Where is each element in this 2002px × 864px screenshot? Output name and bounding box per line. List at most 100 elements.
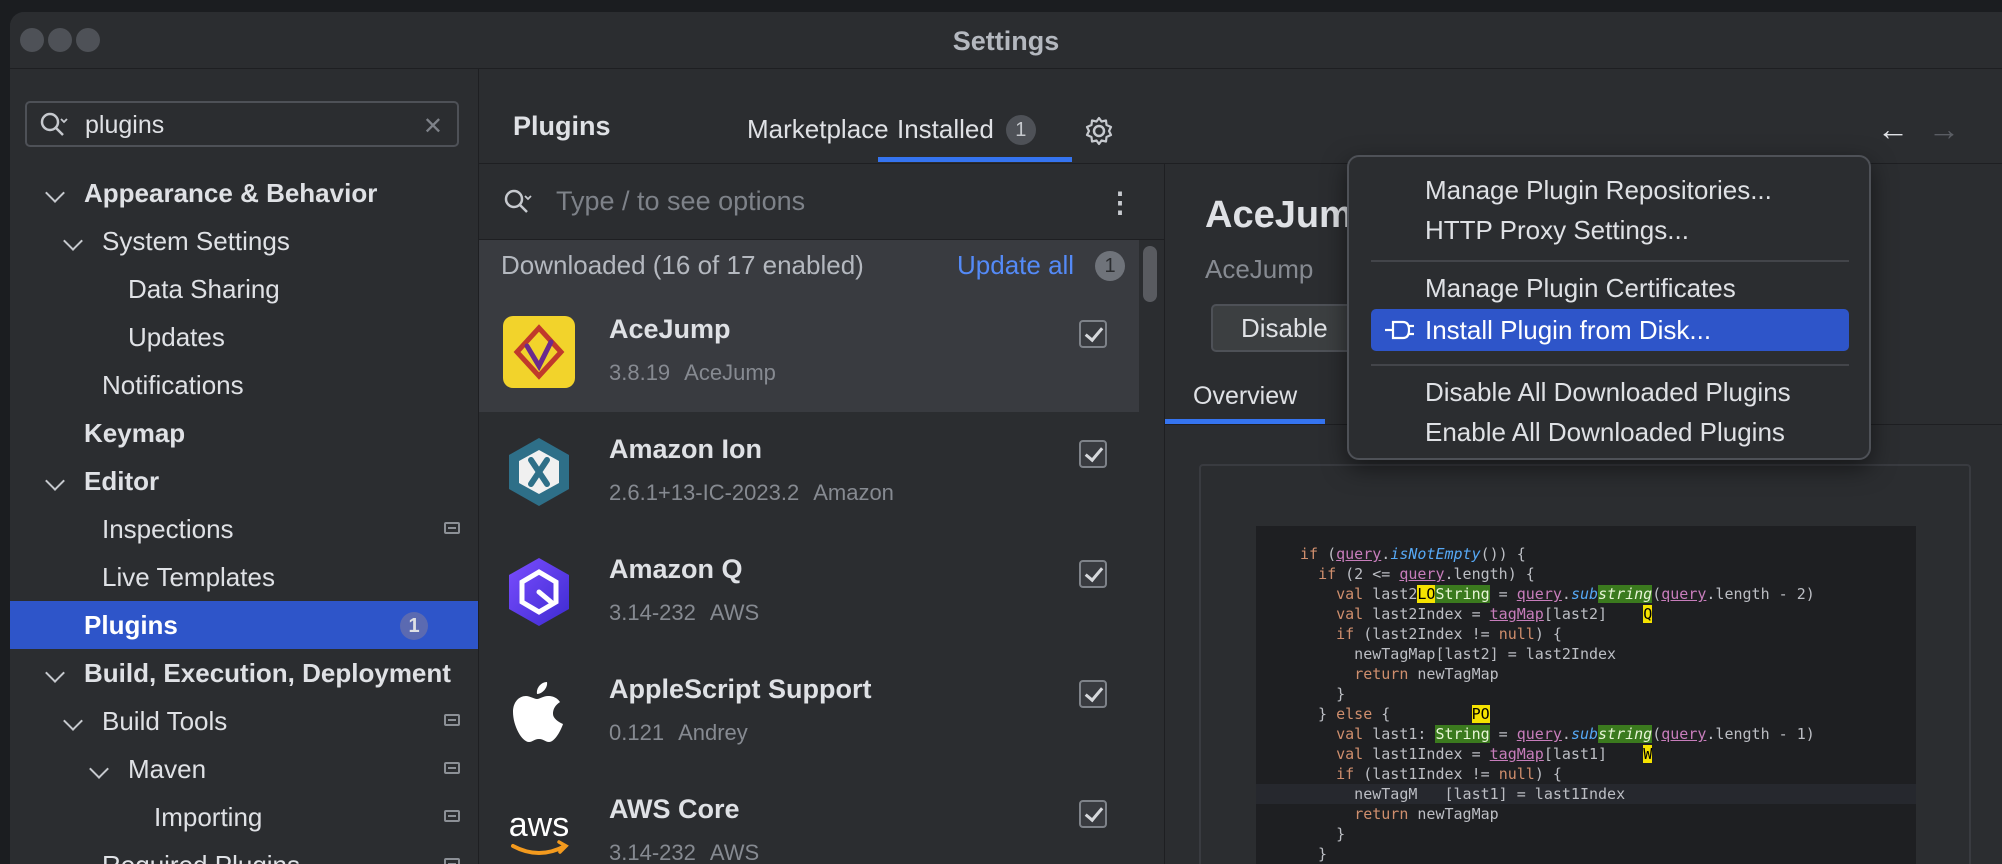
plugin-row-amazon-ion[interactable]: Amazon Ion 2.6.1+13-IC-2023.2 Amazon: [479, 412, 1139, 532]
menu-item-http-proxy[interactable]: HTTP Proxy Settings...: [1425, 215, 1689, 246]
plugin-row-aws-core[interactable]: aws AWS Core 3.14-232 AWS: [479, 772, 1139, 864]
close-icon[interactable]: ✕: [423, 112, 443, 141]
sidebar-item-plugins[interactable]: Plugins 1: [10, 601, 478, 649]
plugin-meta: 2.6.1+13-IC-2023.2 Amazon: [609, 480, 894, 506]
tab-marketplace[interactable]: Marketplace: [747, 114, 889, 145]
search-icon: [504, 189, 532, 213]
plugin-enabled-checkbox[interactable]: [1079, 560, 1107, 588]
sidebar-item-required-plugins[interactable]: Required Plugins: [10, 841, 478, 864]
sidebar-item-label: Plugins: [84, 610, 178, 640]
sidebar-item-system-settings[interactable]: System Settings: [10, 217, 478, 265]
plugin-vendor: Amazon: [813, 480, 894, 505]
chevron-down-icon[interactable]: [89, 759, 109, 779]
plugin-preview-image: if (query.isNotEmpty()) { if (2 <= query…: [1199, 464, 1971, 864]
chevron-down-icon[interactable]: [45, 663, 65, 683]
settings-search-input[interactable]: [83, 107, 407, 143]
tab-marketplace-label: Marketplace: [747, 114, 889, 144]
sidebar-item-build-execution-deployment[interactable]: Build, Execution, Deployment: [10, 649, 478, 697]
sidebar-item-maven[interactable]: Maven: [10, 745, 478, 793]
sidebar-item-label: Build Tools: [102, 706, 228, 736]
tab-installed[interactable]: Installed 1: [897, 114, 1036, 145]
code-preview: if (query.isNotEmpty()) { if (2 <= query…: [1256, 526, 1916, 864]
sidebar-item-label: Updates: [128, 322, 225, 352]
plugin-version: 3.14-232: [609, 600, 696, 625]
sidebar-item-label: Build, Execution, Deployment: [84, 658, 451, 688]
plugin-row-acejump[interactable]: AceJump 3.8.19 AceJump: [479, 292, 1139, 412]
plugin-list-scrollbar[interactable]: [1143, 246, 1157, 302]
sidebar-item-keymap[interactable]: Keymap: [10, 409, 478, 457]
tab-installed-label: Installed: [897, 114, 994, 144]
sidebar-item-label: Importing: [154, 802, 263, 832]
plugin-enabled-checkbox[interactable]: [1079, 440, 1107, 468]
plugins-count-badge: 1: [400, 612, 428, 640]
plugin-meta: 0.121 Andrey: [609, 720, 748, 746]
plugin-version: 3.8.19: [609, 360, 671, 385]
settings-tree: Appearance & Behavior System Settings Data…: [10, 169, 478, 864]
plugin-enabled-checkbox[interactable]: [1079, 800, 1107, 828]
sidebar-item-label: Data Sharing: [128, 274, 280, 304]
sidebar-item-updates[interactable]: Updates: [10, 313, 478, 361]
plugin-list-panel: ⋮ Downloaded (16 of 17 enabled) Update a…: [479, 164, 1165, 864]
plugin-vendor: AWS: [709, 600, 760, 625]
title-bar: Settings: [10, 12, 2002, 69]
menu-item-label: Install Plugin from Disk...: [1425, 315, 1712, 345]
chevron-down-icon[interactable]: [45, 471, 65, 491]
sidebar-item-data-sharing[interactable]: Data Sharing: [10, 265, 478, 313]
page-title: Plugins: [513, 111, 611, 141]
overview-tab-indicator: [1165, 419, 1325, 424]
downloaded-section-header: Downloaded (16 of 17 enabled) Update all…: [479, 240, 1139, 292]
menu-item-manage-repositories[interactable]: Manage Plugin Repositories...: [1425, 175, 1772, 206]
settings-search-box[interactable]: ✕: [25, 101, 459, 147]
detail-plugin-vendor[interactable]: AceJump: [1205, 254, 1313, 285]
plugin-row-applescript-support[interactable]: AppleScript Support 0.121 Andrey: [479, 652, 1139, 772]
plugin-name: AceJump: [609, 314, 731, 344]
installed-count-badge: 1: [1005, 115, 1036, 145]
plugin-row-amazon-q[interactable]: Amazon Q 3.14-232 AWS: [479, 532, 1139, 652]
plugin-search-input[interactable]: [554, 180, 1078, 222]
back-arrow-icon[interactable]: ←: [1877, 111, 1909, 148]
menu-item-install-from-disk[interactable]: Install Plugin from Disk...: [1371, 309, 1849, 351]
project-settings-icon: [444, 762, 460, 774]
downloaded-count-label: Downloaded (16 of 17 enabled): [501, 250, 864, 280]
sidebar-item-editor[interactable]: Editor: [10, 457, 478, 505]
sidebar-item-live-templates[interactable]: Live Templates: [10, 553, 478, 601]
sidebar-item-label: Keymap: [84, 418, 186, 448]
plugin-version: 2.6.1+13-IC-2023.2: [609, 480, 800, 505]
sidebar-item-importing[interactable]: Importing: [10, 793, 478, 841]
chevron-down-icon[interactable]: [63, 231, 83, 251]
tab-overview[interactable]: Overview: [1193, 382, 1297, 411]
project-settings-icon: [444, 522, 460, 534]
update-all-link[interactable]: Update all: [957, 250, 1074, 281]
sidebar-item-notifications[interactable]: Notifications: [10, 361, 478, 409]
gear-popup-menu: Manage Plugin Repositories... HTTP Proxy…: [1347, 155, 1871, 460]
menu-item-disable-all[interactable]: Disable All Downloaded Plugins: [1425, 377, 1791, 408]
project-settings-icon: [444, 858, 460, 864]
sidebar-item-label: Live Templates: [102, 562, 275, 592]
plugin-vendor: AceJump: [684, 360, 776, 385]
plugin-name: Amazon Q: [609, 554, 743, 584]
plugin-vendor: AWS: [709, 840, 760, 864]
sidebar-item-appearance-behavior[interactable]: Appearance & Behavior: [10, 169, 478, 217]
chevron-down-icon[interactable]: [63, 711, 83, 731]
sidebar-item-build-tools[interactable]: Build Tools: [10, 697, 478, 745]
plugin-name: Amazon Ion: [609, 434, 762, 464]
sidebar-item-label: Inspections: [102, 514, 234, 544]
plugin-enabled-checkbox[interactable]: [1079, 320, 1107, 348]
plugin-name: AWS Core: [609, 794, 740, 824]
apple-logo-icon: [513, 682, 563, 742]
menu-separator: [1371, 260, 1849, 262]
menu-item-enable-all[interactable]: Enable All Downloaded Plugins: [1425, 417, 1785, 448]
more-options-icon[interactable]: ⋮: [1106, 186, 1134, 219]
plugin-enabled-checkbox[interactable]: [1079, 680, 1107, 708]
menu-item-manage-certificates[interactable]: Manage Plugin Certificates: [1425, 273, 1736, 304]
forward-arrow-icon[interactable]: →: [1928, 111, 1960, 148]
sidebar-item-label: Notifications: [102, 370, 244, 400]
sidebar-item-inspections[interactable]: Inspections: [10, 505, 478, 553]
project-settings-icon: [444, 714, 460, 726]
amazon-ion-logo-icon: [509, 438, 569, 506]
search-icon: [40, 112, 68, 136]
svg-text:aws: aws: [509, 806, 569, 844]
plugin-meta: 3.14-232 AWS: [609, 840, 759, 864]
gear-icon[interactable]: [1083, 115, 1115, 147]
chevron-down-icon[interactable]: [45, 183, 65, 203]
